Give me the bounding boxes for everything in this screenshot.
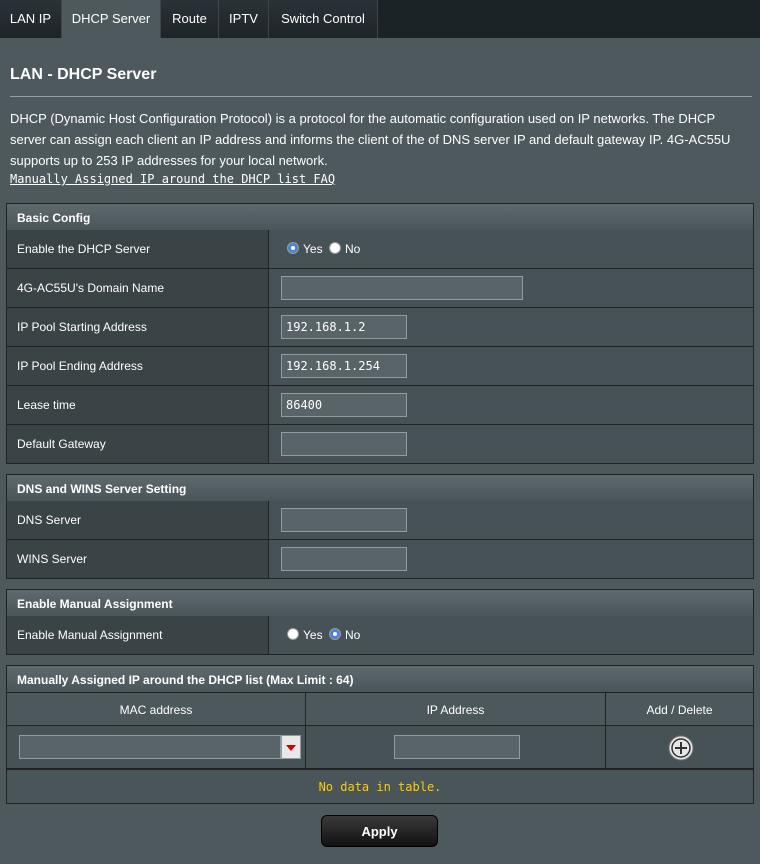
enable-dhcp-yes-label: Yes xyxy=(303,242,323,256)
manual-list-header: Manually Assigned IP around the DHCP lis… xyxy=(6,665,754,693)
dropdown-arrow-icon[interactable] xyxy=(281,735,301,759)
dns-server-label: DNS Server xyxy=(7,501,269,539)
pool-end-input[interactable]: 192.168.1.254 xyxy=(281,354,407,378)
domain-name-row: 4G-AC55U's Domain Name xyxy=(6,269,754,308)
add-circle-icon[interactable] xyxy=(668,735,694,761)
mac-input-cell xyxy=(6,725,306,769)
pool-end-label: IP Pool Ending Address xyxy=(7,347,269,385)
manual-assignment-header: Enable Manual Assignment xyxy=(6,589,754,617)
default-gateway-input[interactable] xyxy=(281,432,407,456)
mac-address-input[interactable] xyxy=(19,735,281,759)
enable-dhcp-yes-radio[interactable] xyxy=(287,242,299,254)
lease-time-input[interactable]: 86400 xyxy=(281,393,407,417)
manual-no-label: No xyxy=(345,628,361,642)
enable-dhcp-no-label: No xyxy=(345,242,361,256)
manual-yes-radio[interactable] xyxy=(287,628,299,640)
pool-start-label: IP Pool Starting Address xyxy=(7,308,269,346)
lease-time-row: Lease time 86400 xyxy=(6,386,754,425)
tab-iptv[interactable]: IPTV xyxy=(219,0,269,38)
description: DHCP (Dynamic Host Configuration Protoco… xyxy=(10,108,752,171)
description-line: supports up to 253 IP addresses for your… xyxy=(10,153,328,168)
enable-dhcp-label: Enable the DHCP Server xyxy=(7,230,269,268)
empty-table-message: No data in table. xyxy=(6,769,754,804)
tab-bar: LAN IP DHCP Server Route IPTV Switch Con… xyxy=(0,0,760,38)
domain-name-input[interactable] xyxy=(281,276,523,300)
pool-start-row: IP Pool Starting Address 192.168.1.2 xyxy=(6,308,754,347)
lease-time-label: Lease time xyxy=(7,386,269,424)
add-cell xyxy=(605,725,754,769)
default-gateway-label: Default Gateway xyxy=(7,425,269,463)
divider xyxy=(10,96,752,97)
tab-route[interactable]: Route xyxy=(161,0,219,38)
col-action-header: Add / Delete xyxy=(605,692,754,726)
col-ip-header: IP Address xyxy=(305,692,606,726)
manual-assignment-label: Enable Manual Assignment xyxy=(7,616,269,654)
enable-dhcp-row: Enable the DHCP Server Yes No xyxy=(6,230,754,269)
basic-config-header: Basic Config xyxy=(6,203,754,231)
tab-lan-ip[interactable]: LAN IP xyxy=(0,0,62,38)
page-title: LAN - DHCP Server xyxy=(10,66,157,83)
ip-address-input[interactable] xyxy=(394,735,520,759)
wins-server-label: WINS Server xyxy=(7,540,269,578)
ip-input-cell xyxy=(305,725,606,769)
default-gateway-row: Default Gateway xyxy=(6,425,754,464)
apply-button[interactable]: Apply xyxy=(321,815,438,847)
manual-assignment-row: Enable Manual Assignment Yes No xyxy=(6,616,754,655)
manual-yes-label: Yes xyxy=(303,628,323,642)
dns-server-row: DNS Server xyxy=(6,501,754,540)
description-line: DHCP (Dynamic Host Configuration Protoco… xyxy=(10,111,716,126)
enable-dhcp-no-radio[interactable] xyxy=(329,242,341,254)
tab-dhcp-server[interactable]: DHCP Server xyxy=(62,0,161,38)
description-line: server can assign each client an IP addr… xyxy=(10,132,731,147)
manual-no-radio[interactable] xyxy=(329,628,341,640)
col-mac-header: MAC address xyxy=(6,692,306,726)
tab-switch-control[interactable]: Switch Control xyxy=(269,0,378,38)
dns-server-input[interactable] xyxy=(281,508,407,532)
faq-link[interactable]: Manually Assigned IP around the DHCP lis… xyxy=(10,172,335,186)
pool-end-row: IP Pool Ending Address 192.168.1.254 xyxy=(6,347,754,386)
wins-server-row: WINS Server xyxy=(6,540,754,579)
pool-start-input[interactable]: 192.168.1.2 xyxy=(281,315,407,339)
dns-wins-header: DNS and WINS Server Setting xyxy=(6,474,754,502)
domain-name-label: 4G-AC55U's Domain Name xyxy=(7,269,269,307)
wins-server-input[interactable] xyxy=(281,547,407,571)
